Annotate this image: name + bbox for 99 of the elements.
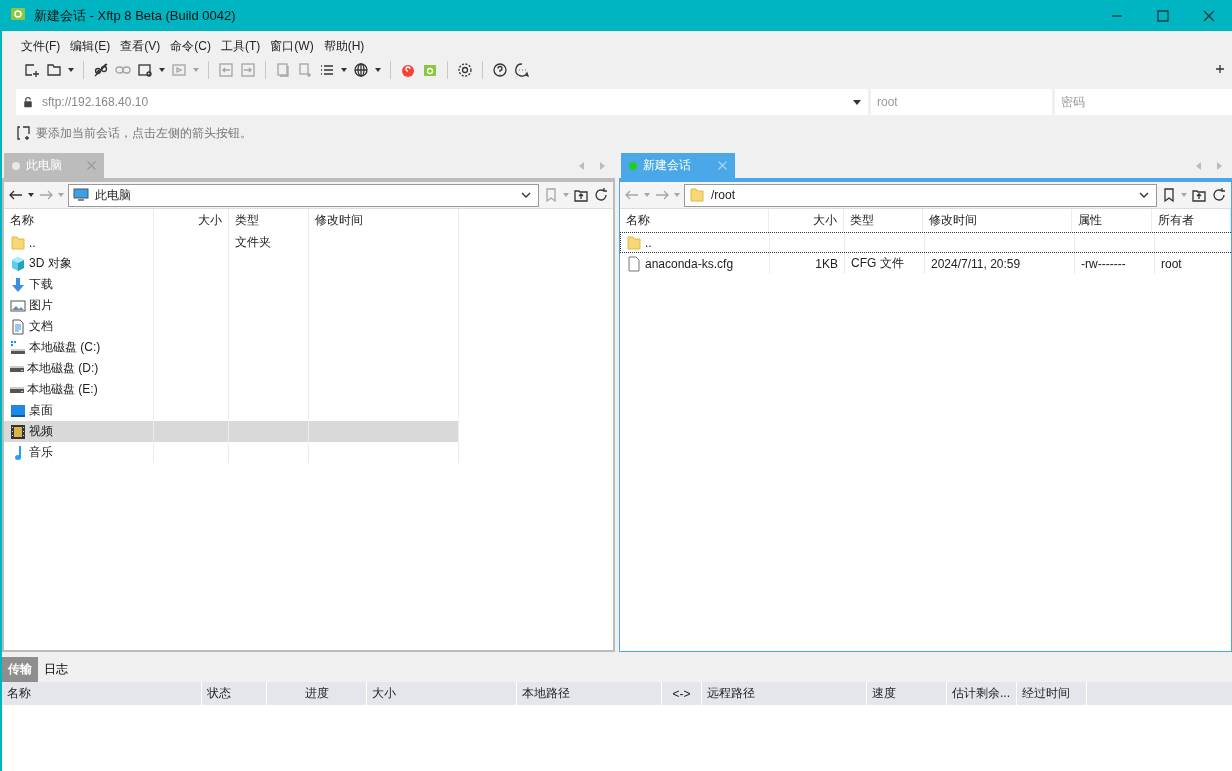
menu-item[interactable]: 工具(T) — [216, 37, 266, 55]
caret-icon[interactable] — [28, 193, 34, 197]
path-field[interactable]: 此电脑 — [68, 183, 539, 207]
file-name: 本地磁盘 (D:) — [27, 360, 99, 377]
column-header[interactable]: 修改时间 — [309, 209, 459, 232]
column-header[interactable]: 名称 — [620, 209, 769, 232]
add-session-icon[interactable] — [16, 125, 32, 141]
file-name: 文档 — [29, 318, 53, 335]
folder-icon — [10, 234, 26, 251]
globe-icon[interactable] — [353, 62, 369, 78]
computer-icon — [73, 187, 89, 203]
file-row[interactable]: .. 文件夹 — [4, 232, 459, 253]
spiral-icon[interactable] — [400, 62, 416, 78]
file-row[interactable]: 本地磁盘 (E:) — [4, 379, 459, 400]
file-name: 本地磁盘 (C:) — [29, 339, 101, 356]
column-header[interactable]: 所有者 — [1151, 209, 1231, 232]
refresh-icon[interactable] — [1211, 187, 1227, 203]
panel-tab[interactable]: 日志 — [38, 657, 74, 682]
hint-text: 要添加当前会话，点击左侧的箭头按钮。 — [36, 124, 252, 142]
file-row[interactable]: anaconda-ks.cfg 1KB CFG 文件 2024/7/11, 20:59 -rw------- root — [620, 253, 1232, 274]
folder-icon — [689, 187, 705, 203]
file-icon — [626, 255, 642, 272]
column-header[interactable]: 类型 — [843, 209, 923, 232]
file-row[interactable]: 下载 — [4, 274, 459, 295]
cube-icon — [10, 255, 26, 272]
menu-item[interactable]: 查看(V) — [115, 37, 166, 55]
column-header[interactable]: 大小 — [154, 209, 229, 232]
column-header[interactable]: 大小 — [769, 209, 844, 232]
file-name: 本地磁盘 (E:) — [27, 381, 98, 398]
drive-icon — [10, 365, 24, 372]
table-cell: CFG 文件 — [851, 255, 904, 272]
table-cell: -rw------- — [1081, 256, 1126, 271]
file-row[interactable]: 音乐 — [4, 442, 459, 463]
file-row[interactable]: 本地磁盘 (C:) — [4, 337, 459, 358]
properties-icon[interactable] — [137, 62, 153, 78]
down-arrow-icon — [10, 276, 26, 293]
username-field[interactable]: root — [871, 89, 1052, 115]
file-name: 视频 — [29, 423, 53, 440]
dropdown-caret-icon — [852, 97, 862, 107]
file-name: anaconda-ks.cfg — [645, 256, 734, 271]
file-name: 3D 对象 — [29, 255, 72, 272]
file-row[interactable]: 视频 — [4, 421, 459, 442]
caret-icon[interactable] — [159, 68, 165, 72]
address-field[interactable]: sftp://192.168.40.10 — [16, 89, 868, 115]
caret-icon[interactable] — [375, 68, 381, 72]
maximize-icon[interactable] — [1155, 7, 1171, 24]
file-row[interactable]: .. — [620, 232, 1232, 253]
settings-icon[interactable] — [457, 62, 473, 78]
file-row[interactable]: 图片 — [4, 295, 459, 316]
file-row[interactable]: 文档 — [4, 316, 459, 337]
picture-icon — [10, 297, 26, 314]
open-folder-icon[interactable] — [46, 62, 62, 78]
window-title: 新建会话 - Xftp 8 Beta (Build 0042) — [34, 6, 237, 25]
path-field[interactable]: /root — [684, 183, 1157, 207]
table-cell: root — [1161, 256, 1182, 271]
right-arrow-icon — [1216, 159, 1224, 172]
drive-icon — [10, 386, 24, 393]
file-name: 音乐 — [29, 444, 53, 461]
left-arrow-icon — [1194, 159, 1202, 172]
file-name: 下载 — [29, 276, 53, 293]
column-header[interactable]: 属性 — [1072, 209, 1152, 232]
column-header[interactable]: 修改时间 — [923, 209, 1072, 232]
file-row[interactable]: 本地磁盘 (D:) — [4, 358, 459, 379]
up-folder-icon[interactable] — [1191, 187, 1207, 203]
file-name: 图片 — [29, 297, 53, 314]
menu-item[interactable]: 窗口(W) — [265, 37, 319, 55]
folder-icon — [626, 234, 642, 251]
lock-icon — [22, 95, 34, 109]
menu-item[interactable]: 帮助(H) — [318, 37, 370, 55]
list-icon[interactable] — [319, 62, 335, 78]
desktop-icon — [10, 402, 26, 419]
table-cell: 文件夹 — [235, 234, 271, 251]
drive-icon — [10, 339, 26, 356]
menu-item[interactable]: 编辑(E) — [65, 37, 116, 55]
column-header[interactable]: 名称 — [4, 209, 154, 232]
new-session-icon[interactable] — [24, 62, 40, 78]
help-icon[interactable] — [492, 62, 508, 78]
caret-icon[interactable] — [68, 68, 74, 72]
menu-item[interactable]: 命令(C) — [165, 37, 216, 55]
menu-item[interactable]: 文件(F) — [16, 37, 66, 55]
document-icon — [10, 318, 26, 335]
password-field[interactable]: 密码 — [1054, 89, 1232, 115]
file-name: .. — [645, 235, 652, 250]
left-arrow-icon — [577, 159, 585, 172]
disconnect-icon[interactable] — [93, 62, 109, 78]
app-logo-icon — [10, 6, 26, 22]
column-header[interactable]: 类型 — [229, 209, 309, 232]
bookmark-icon[interactable] — [1161, 187, 1177, 203]
file-name: 桌面 — [29, 402, 53, 419]
film-icon — [10, 423, 26, 440]
chat-icon[interactable] — [514, 62, 530, 78]
refresh-icon[interactable] — [593, 187, 609, 203]
table-cell: 1KB — [815, 256, 838, 271]
right-arrow-icon — [599, 159, 607, 172]
caret-icon[interactable] — [341, 68, 347, 72]
file-row[interactable]: 3D 对象 — [4, 253, 459, 274]
table-cell: 2024/7/11, 20:59 — [931, 256, 1021, 271]
up-folder-icon[interactable] — [573, 187, 589, 203]
file-name: .. — [29, 235, 36, 250]
